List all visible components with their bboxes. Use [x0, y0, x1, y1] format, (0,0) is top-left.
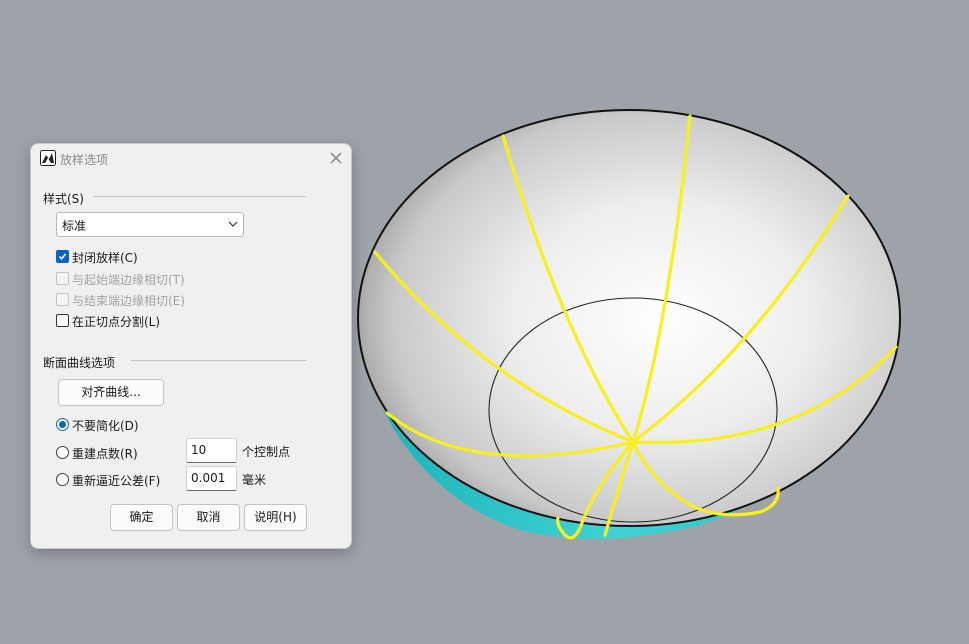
align-curves-button[interactable]: 对齐曲线...	[58, 379, 164, 406]
tangent-end-label: 与结束端边缘相切(E)	[72, 294, 185, 308]
split-at-tangent-label: 在正切点分割(L)	[72, 315, 161, 329]
style-select-value: 标准	[62, 219, 87, 233]
ok-button[interactable]: 确定	[110, 504, 173, 531]
refit-tolerance-label: 重新逼近公差(F)	[72, 474, 161, 488]
style-select[interactable]: 标准	[56, 212, 244, 237]
refit-tolerance-value: 0.001	[191, 471, 226, 485]
rebuild-label: 重建点数(R)	[72, 447, 138, 461]
tangent-start-label: 与起始端边缘相切(T)	[72, 273, 185, 287]
chevron-down-icon	[228, 221, 238, 227]
cancel-button[interactable]: 取消	[177, 504, 240, 531]
do-not-simplify-label: 不要简化(D)	[72, 419, 139, 433]
loft-options-dialog: 放样选项 样式(S) 标准 封闭放样(C) 与起始端边缘相切(T) 与结束端边缘…	[30, 143, 352, 549]
style-section-label: 样式(S)	[43, 192, 84, 206]
rhino-app-icon	[40, 150, 56, 166]
radio-unselected-icon[interactable]	[56, 446, 69, 459]
section-curve-separator	[131, 360, 306, 361]
closed-loft-label: 封闭放样(C)	[72, 251, 138, 265]
radio-unselected-icon[interactable]	[56, 473, 69, 486]
rebuild-point-count-input[interactable]: 10	[186, 438, 237, 463]
style-separator	[93, 196, 306, 197]
dialog-title: 放样选项	[60, 153, 109, 167]
checkbox-disabled-icon	[56, 293, 69, 306]
section-curve-options-label: 断面曲线选项	[43, 356, 116, 370]
checkbox-disabled-icon	[56, 272, 69, 285]
checkbox-unchecked-icon[interactable]	[56, 314, 69, 327]
help-button[interactable]: 说明(H)	[244, 504, 307, 531]
control-points-unit: 个控制点	[242, 445, 291, 459]
refit-tolerance-input[interactable]: 0.001	[186, 466, 237, 491]
close-icon[interactable]	[327, 149, 345, 167]
millimeter-unit: 毫米	[242, 473, 267, 487]
checkbox-checked-icon[interactable]	[56, 250, 69, 263]
radio-selected-icon[interactable]	[56, 418, 69, 431]
rebuild-point-count-value: 10	[191, 443, 207, 457]
dialog-titlebar[interactable]: 放样选项	[31, 144, 351, 174]
